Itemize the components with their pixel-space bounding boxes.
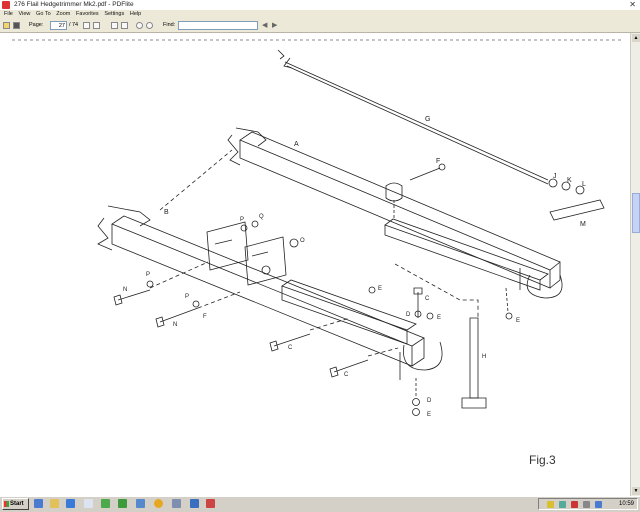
label-p-left: P [146,272,150,278]
label-n-lower: N [173,322,177,328]
window-button-icon[interactable] [84,499,93,508]
app-icon-blue[interactable] [136,499,145,508]
menu-file[interactable]: File [4,11,13,17]
menu-favorites[interactable]: Favorites [76,11,99,17]
system-tray: 10:59 [538,498,638,510]
prev-page-icon[interactable] [93,22,100,29]
find-prev-icon[interactable]: ◀ [262,21,267,29]
chrome-icon[interactable] [154,499,163,508]
tray-icon-1[interactable] [547,501,554,508]
menu-view[interactable]: View [19,11,31,17]
label-c-lower: C [344,372,349,378]
first-page-icon[interactable] [83,22,90,29]
windows-flag-icon [4,501,9,507]
label-e-lower: E [427,412,431,418]
desktop-icon[interactable] [34,499,43,508]
menu-settings[interactable]: Settings [104,11,124,17]
label-a: A [294,141,299,148]
fit-page-icon[interactable] [111,22,118,29]
zoom-out-icon[interactable] [146,22,153,29]
clock: 10:59 [618,501,634,507]
find-label: Find: [163,22,176,28]
start-button[interactable]: Start [2,498,29,510]
label-f: H [482,354,486,360]
label-q: Q [259,214,264,220]
print-icon[interactable] [13,22,20,29]
label-b: B [164,209,169,216]
vertical-scrollbar[interactable]: ▲ ▼ [630,33,640,496]
app-icon-green[interactable] [101,499,110,508]
label-d-upper: D [406,312,411,318]
label-c-bolt: C [425,296,430,302]
document-page: G A B F J K L M P Q O P N P F N E C D E … [0,33,630,496]
scroll-up-icon[interactable]: ▲ [632,34,640,42]
start-label: Start [10,501,24,507]
label-e-right: E [516,318,520,324]
tray-icon-3[interactable] [571,501,578,508]
volume-icon[interactable] [583,501,590,508]
label-l: L [582,181,586,188]
scroll-down-icon[interactable]: ▼ [632,487,640,495]
app-icon-gray[interactable] [172,499,181,508]
label-k: K [567,177,572,184]
label-j: J [553,173,557,180]
page-total: 74 [72,22,79,28]
toolbar: Page: 27 / 74 Find: ◀ ▶ [0,19,640,33]
scroll-thumb[interactable] [632,193,640,233]
label-e-mid: E [437,315,441,321]
window-title: 276 Flail Hedgetrimmer Mk2.pdf - PDFlite [14,1,134,8]
label-p-upper: P [240,217,244,223]
label-c-left: C [288,345,293,351]
app-icon-blue-2[interactable] [190,499,199,508]
label-e-upper: E [378,286,382,292]
label-o: O [300,238,305,244]
label-m: M [580,221,586,228]
open-file-icon[interactable] [3,22,10,29]
label-p-mid: P [185,294,189,300]
tray-icon-2[interactable] [559,501,566,508]
figure-label: Fig.3 [529,453,556,467]
app-icon-green-2[interactable] [118,499,127,508]
label-g-lower: F [203,314,207,320]
pdf-taskbar-icon[interactable] [206,499,215,508]
find-input[interactable] [178,21,258,30]
menu-bar: File View Go To Zoom Favorites Settings … [0,10,640,19]
zoom-in-icon[interactable] [136,22,143,29]
label-n-upper: N [123,287,127,293]
label-h: G [425,116,430,123]
ie-icon[interactable] [66,499,75,508]
network-icon[interactable] [595,501,602,508]
fit-width-icon[interactable] [121,22,128,29]
explorer-icon[interactable] [50,499,59,508]
find-next-icon[interactable]: ▶ [272,21,277,29]
taskbar: Start 10:59 [0,496,640,512]
menu-help[interactable]: Help [130,11,141,17]
pdf-app-icon [2,1,10,9]
menu-zoom[interactable]: Zoom [56,11,70,17]
page-label: Page: [29,22,44,28]
label-d-lower: D [427,398,432,404]
exploded-parts-diagram: G A B F J K L M P Q O P N P F N E C D E … [12,39,624,467]
title-bar: 276 Flail Hedgetrimmer Mk2.pdf - PDFlite… [0,0,640,10]
label-g: F [436,158,440,165]
close-icon[interactable]: ✕ [629,0,636,9]
page-number-input[interactable]: 27 [50,21,67,30]
menu-goto[interactable]: Go To [36,11,51,17]
